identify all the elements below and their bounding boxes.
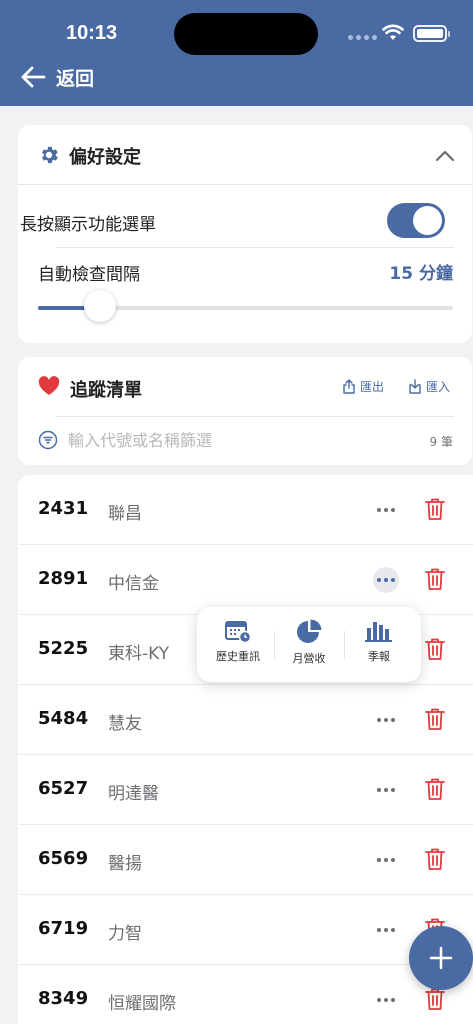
- more-options-icon[interactable]: [373, 917, 399, 943]
- trash-icon[interactable]: [424, 567, 446, 591]
- trash-icon[interactable]: [424, 637, 446, 661]
- more-options-icon[interactable]: [373, 847, 399, 873]
- divider: [18, 184, 472, 185]
- preferences-header[interactable]: 偏好設定: [18, 125, 472, 185]
- list-item[interactable]: 2431 聯昌: [18, 475, 473, 545]
- stock-name: 東科-KY: [108, 644, 170, 664]
- heart-icon: [38, 376, 60, 395]
- menu-item-label: 月營收: [292, 652, 326, 665]
- list-item[interactable]: 5484 慧友: [18, 685, 473, 755]
- trash-icon[interactable]: [424, 847, 446, 871]
- signal-icon: [348, 35, 377, 40]
- arrow-left-icon: [21, 66, 46, 88]
- chevron-up-icon[interactable]: [434, 145, 456, 167]
- slider-thumb[interactable]: [84, 290, 116, 322]
- trash-icon[interactable]: [424, 707, 446, 731]
- more-options-icon[interactable]: [373, 777, 399, 803]
- stock-name: 力智: [108, 924, 142, 944]
- trash-icon[interactable]: [424, 987, 446, 1011]
- calendar-clock-icon: [225, 621, 251, 643]
- stock-name: 慧友: [108, 714, 142, 734]
- wifi-icon: [382, 24, 404, 40]
- battery-icon: [413, 25, 450, 42]
- stock-name: 恒耀國際: [108, 994, 176, 1014]
- menu-item-quarterly-report[interactable]: 季報: [344, 619, 414, 675]
- trash-icon[interactable]: [424, 497, 446, 521]
- status-time: 10:13: [66, 22, 118, 44]
- watchlist-title: 追蹤清單: [70, 380, 142, 401]
- stock-name: 中信金: [108, 574, 159, 594]
- menu-item-history-news[interactable]: 歷史重訊: [203, 619, 273, 675]
- list-item[interactable]: 6569 醫揚: [18, 825, 473, 895]
- stock-code: 6527: [38, 778, 89, 799]
- menu-item-monthly-revenue[interactable]: 月營收: [274, 619, 344, 675]
- watchlist-count: 9 筆: [429, 435, 453, 449]
- stock-code: 5225: [38, 638, 89, 659]
- trash-icon[interactable]: [424, 777, 446, 801]
- menu-item-label: 季報: [368, 650, 390, 663]
- toggle-knob: [413, 206, 442, 235]
- stock-name: 明達醫: [108, 784, 159, 804]
- stock-name: 醫揚: [108, 854, 142, 874]
- more-options-icon[interactable]: [373, 567, 399, 593]
- filter-input[interactable]: [68, 427, 388, 453]
- stock-code: 6569: [38, 848, 89, 869]
- list-item[interactable]: 6719 力智: [18, 895, 473, 965]
- list-item[interactable]: 8349 恒耀國際: [18, 965, 473, 1024]
- export-button[interactable]: 匯出: [342, 378, 384, 395]
- back-label: 返回: [56, 67, 95, 90]
- pie-chart-icon: [297, 619, 322, 643]
- plus-icon: [429, 946, 453, 970]
- stock-code: 2431: [38, 498, 89, 519]
- gear-icon: [42, 146, 58, 164]
- long-press-menu-label: 長按顯示功能選單: [20, 215, 156, 235]
- add-stock-button[interactable]: [409, 926, 473, 990]
- import-button[interactable]: 匯入: [408, 378, 450, 395]
- stock-code: 2891: [38, 568, 89, 589]
- menu-item-label: 歷史重訊: [216, 650, 260, 663]
- divider: [56, 416, 454, 417]
- divider: [56, 247, 454, 248]
- list-item[interactable]: 2891 中信金: [18, 545, 473, 615]
- dynamic-island: [174, 13, 318, 55]
- share-out-icon: [343, 379, 355, 394]
- download-icon: [409, 379, 421, 394]
- bar-chart-icon: [365, 622, 392, 642]
- preferences-title: 偏好設定: [69, 147, 141, 168]
- import-label: 匯入: [426, 380, 451, 394]
- more-options-icon[interactable]: [373, 707, 399, 733]
- check-interval-value: 15 分鐘: [389, 264, 453, 284]
- filter-icon: [38, 430, 58, 450]
- app-header: 10:13 返回: [0, 0, 473, 106]
- stock-code: 6719: [38, 918, 89, 939]
- watchlist: 2431 聯昌 2891 中信金 5225 東科-KY 5484 慧友 6527 明達醫 6569 醫…: [18, 475, 473, 1024]
- long-press-menu-toggle[interactable]: [387, 203, 445, 238]
- check-interval-label: 自動檢查間隔: [38, 265, 140, 285]
- stock-code: 8349: [38, 988, 89, 1009]
- more-options-icon[interactable]: [373, 497, 399, 523]
- more-options-icon[interactable]: [373, 987, 399, 1013]
- stock-action-menu: 歷史重訊 月營收 季報: [197, 607, 421, 682]
- stock-name: 聯昌: [108, 504, 142, 524]
- list-item[interactable]: 6527 明達醫: [18, 755, 473, 825]
- export-label: 匯出: [360, 380, 385, 394]
- back-button[interactable]: 返回: [20, 62, 94, 92]
- stock-code: 5484: [38, 708, 89, 729]
